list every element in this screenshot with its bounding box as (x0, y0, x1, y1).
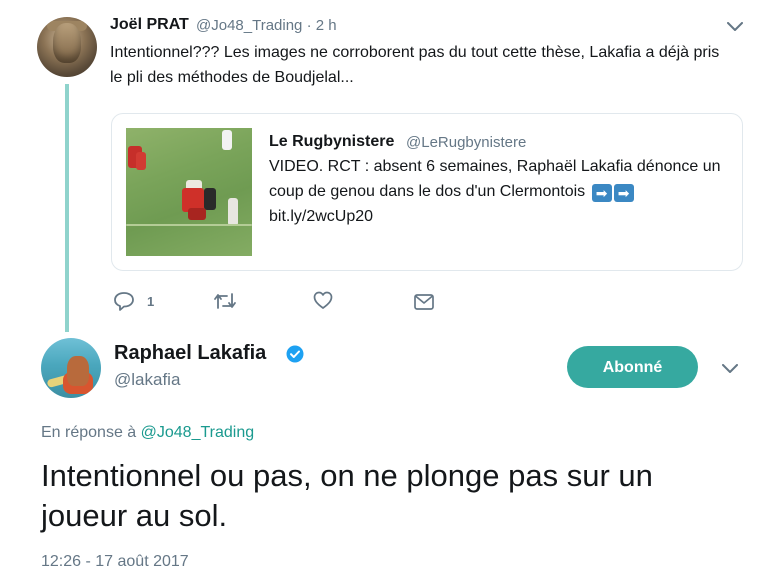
chevron-down-icon[interactable] (722, 364, 738, 374)
follow-button[interactable]: Abonné (567, 346, 698, 388)
thread-line (65, 84, 69, 332)
main-author-name[interactable]: Raphael Lakafia (114, 342, 266, 365)
quoted-author-handle[interactable]: @LeRugbynistere (406, 134, 526, 151)
quoted-tweet-text: VIDEO. RCT : absent 6 semaines, Raphaël … (269, 154, 729, 229)
reply-icon[interactable] (113, 291, 135, 311)
reply-mention-link[interactable]: @Jo48_Trading (141, 424, 255, 441)
retweet-icon[interactable] (213, 292, 237, 310)
quoted-video-thumbnail[interactable] (126, 128, 252, 256)
verified-badge-icon (286, 345, 304, 368)
avatar-face (53, 23, 81, 63)
right-arrow-emoji-icon: ➡ (613, 184, 634, 202)
parent-tweet-text: Intentionnel??? Les images ne corroboren… (110, 44, 720, 86)
avatar-lakafia[interactable] (41, 338, 101, 398)
parent-author-handle[interactable]: @Jo48_Trading (196, 17, 302, 34)
quoted-author-name[interactable]: Le Rugbynistere (269, 133, 394, 151)
parent-time[interactable]: · 2 h (307, 17, 337, 34)
quoted-text-body: VIDEO. RCT : absent 6 semaines, Raphaël … (269, 158, 721, 200)
parent-author-meta[interactable]: @Jo48_Trading · 2 h (196, 17, 337, 34)
right-arrow-emoji-icon: ➡ (591, 184, 612, 202)
main-author-handle[interactable]: @lakafia (114, 370, 180, 390)
like-icon[interactable] (313, 291, 333, 310)
chevron-down-icon[interactable] (727, 22, 743, 32)
reply-count: 1 (147, 294, 155, 309)
tweet-timestamp[interactable]: 12:26 - 17 août 2017 (41, 553, 189, 571)
reply-prefix: En réponse à (41, 424, 137, 441)
avatar-person (67, 356, 89, 386)
message-icon[interactable] (414, 294, 434, 310)
main-tweet-text: Intentionnel ou pas, on ne plonge pas su… (41, 458, 653, 533)
reply-context: En réponse à @Jo48_Trading (41, 424, 254, 442)
quoted-link[interactable]: bit.ly/2wcUp20 (269, 208, 373, 225)
parent-author-name[interactable]: Joël PRAT (110, 16, 189, 34)
avatar-jo48[interactable] (37, 17, 97, 77)
